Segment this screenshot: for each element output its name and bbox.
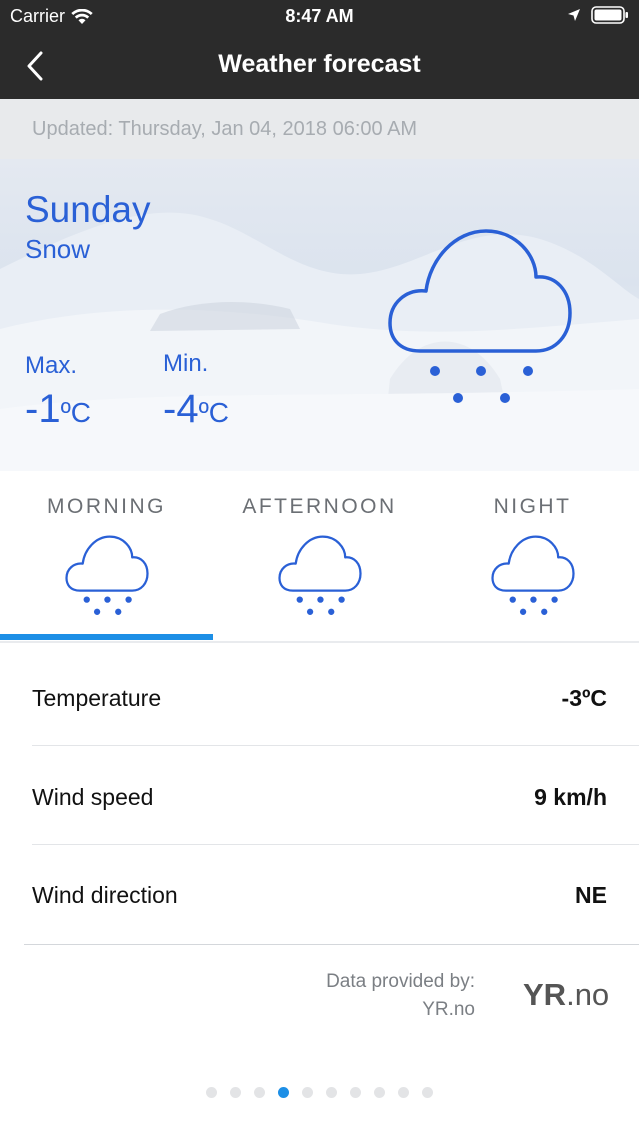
- detail-row-wind-direction: Wind direction NE: [0, 844, 639, 942]
- tab-night-label: NIGHT: [493, 495, 572, 518]
- updated-bar: Updated: Thursday, Jan 04, 2018 06:00 AM: [0, 99, 639, 159]
- page-dot[interactable]: [206, 1087, 217, 1098]
- page-dot[interactable]: [326, 1087, 337, 1098]
- page-dot[interactable]: [254, 1087, 265, 1098]
- updated-text: Updated: Thursday, Jan 04, 2018 06:00 AM: [32, 118, 418, 140]
- selected-tab-indicator: [0, 634, 213, 640]
- status-bar: Carrier 8:47 AM: [0, 0, 639, 33]
- max-temp-value: -1ºC: [25, 387, 91, 432]
- data-credit: Data provided by: YR.no: [326, 968, 475, 1024]
- forecast-day: Sunday: [25, 189, 151, 230]
- yr-logo-light: .no: [566, 977, 610, 1012]
- forecast-hero: Sunday Snow Max. Min. -1ºC -4ºC: [0, 159, 639, 471]
- page-title: Weather forecast: [218, 50, 421, 78]
- status-time: 8:47 AM: [285, 6, 354, 26]
- status-right: [567, 6, 629, 24]
- page-dot[interactable]: [230, 1087, 241, 1098]
- tab-afternoon-label: AFTERNOON: [242, 495, 397, 518]
- yr-logo-bold: YR: [523, 977, 567, 1012]
- page-dot[interactable]: [422, 1087, 433, 1098]
- min-temp-value: -4ºC: [163, 387, 229, 432]
- tab-morning-label: MORNING: [47, 495, 166, 518]
- max-temp-unit: ºC: [60, 397, 92, 428]
- page-dot[interactable]: [350, 1087, 361, 1098]
- page-indicator[interactable]: [0, 1087, 639, 1098]
- detail-label: Wind speed: [32, 784, 154, 810]
- tab-night[interactable]: NIGHT: [426, 471, 639, 641]
- detail-value: -3ºC: [561, 685, 607, 711]
- location-arrow-icon: [568, 9, 580, 21]
- snow-cloud-icon: [388, 229, 572, 403]
- tab-morning[interactable]: MORNING: [0, 471, 213, 641]
- detail-value: 9 km/h: [534, 784, 607, 810]
- credit-line-1: Data provided by:: [326, 971, 475, 992]
- page-dot[interactable]: [374, 1087, 385, 1098]
- snow-cloud-icon: [65, 535, 149, 615]
- detail-row-wind-speed: Wind speed 9 km/h: [0, 746, 639, 844]
- min-temp-number: -4: [163, 387, 199, 431]
- credit-line-2: YR.no: [422, 999, 475, 1020]
- detail-label: Wind direction: [32, 882, 178, 908]
- forecast-condition: Snow: [25, 234, 91, 264]
- max-temp-number: -1: [25, 387, 61, 431]
- yr-logo[interactable]: YR.no: [523, 977, 609, 1013]
- min-temp-unit: ºC: [198, 397, 230, 428]
- page-dot[interactable]: [278, 1087, 289, 1098]
- detail-row-temperature: Temperature -3ºC: [0, 647, 639, 745]
- snow-cloud-icon: [491, 535, 575, 615]
- page-dot[interactable]: [398, 1087, 409, 1098]
- snow-cloud-icon: [278, 535, 362, 615]
- top-bar: Carrier 8:47 AM Weather forecast: [0, 0, 639, 99]
- max-temp-label: Max.: [25, 352, 78, 379]
- day-part-tabs: MORNING AFTERNOON NIGHT: [0, 471, 639, 643]
- detail-value: NE: [575, 882, 607, 908]
- tab-afternoon[interactable]: AFTERNOON: [213, 471, 426, 641]
- page-dot[interactable]: [302, 1087, 313, 1098]
- battery-icon: [591, 6, 628, 24]
- detail-label: Temperature: [32, 685, 162, 711]
- min-temp-label: Min.: [163, 350, 209, 377]
- section-divider: [24, 944, 639, 945]
